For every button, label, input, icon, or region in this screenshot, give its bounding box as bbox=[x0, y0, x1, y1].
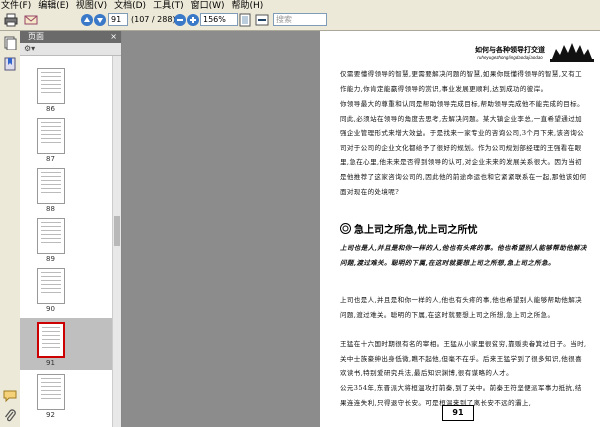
thumbnail-label: 89 bbox=[46, 255, 55, 263]
body-paragraph: 你领导最大的尊重和认同是帮助领导完成目标,帮助领导完成他不能完成的目标。同此,必… bbox=[340, 100, 587, 196]
navigation-strip bbox=[0, 31, 21, 427]
body-paragraph: 王猛在十六国时期很有名的宰相。王猛从小家里很贫穷,靠贩卖畚箕过日子。当时,关中士… bbox=[340, 340, 587, 378]
pages-panel-header: 页面 × bbox=[20, 31, 121, 43]
fit-page-icon[interactable] bbox=[238, 13, 252, 27]
pages-panel-title: 页面 bbox=[28, 32, 44, 41]
panel-options-bar: ⚙▾ bbox=[20, 43, 121, 56]
attachments-icon[interactable] bbox=[3, 409, 17, 423]
document-page: 如何与各种领导打交道 ruheyugezhonglingdaodajiaodao… bbox=[320, 31, 600, 427]
print-icon[interactable] bbox=[4, 13, 18, 27]
zoom-in-icon[interactable] bbox=[186, 13, 200, 27]
close-icon[interactable]: × bbox=[110, 31, 117, 43]
section-heading: 急上司之所急,忧上司之所忧 bbox=[340, 221, 590, 237]
thumbnail-page[interactable] bbox=[37, 168, 65, 204]
options-icon[interactable]: ⚙▾ bbox=[24, 43, 35, 55]
body-paragraph: 仅需要懂得领导的智慧,更需要解决问题的智慧,如果你既懂得领导的智慧,又有工作能力… bbox=[340, 70, 582, 93]
running-head: 如何与各种领导打交道 ruheyugezhonglingdaodajiaodao bbox=[474, 45, 546, 60]
search-input[interactable]: 搜索 bbox=[273, 13, 327, 26]
bookmarks-icon[interactable] bbox=[3, 57, 17, 71]
pages-icon[interactable] bbox=[3, 36, 17, 50]
comments-icon[interactable] bbox=[3, 389, 17, 403]
zoom-out-icon[interactable] bbox=[173, 13, 187, 27]
running-head-subtitle: ruheyugezhonglingdaodajiaodao bbox=[477, 55, 543, 60]
thumbnail-label: 86 bbox=[46, 105, 55, 113]
pages-panel: 页面 × ⚙▾ 86 87 88 89 90 91 92 bbox=[20, 31, 122, 427]
thumbnail-label: 87 bbox=[46, 155, 55, 163]
email-icon[interactable] bbox=[24, 13, 38, 27]
running-head-title: 如何与各种领导打交道 bbox=[475, 45, 545, 54]
intro-paragraph: 上司也是人,并且是和你一样的人,他也有头疼的事。他也希望别人能够帮助他解决问题,… bbox=[340, 244, 587, 267]
page-number-box: 91 bbox=[442, 405, 474, 421]
previous-page-icon[interactable] bbox=[80, 13, 94, 27]
thumbnail-page[interactable] bbox=[37, 68, 65, 104]
fit-width-icon[interactable] bbox=[255, 13, 269, 27]
thumbnail-list: 86 87 88 89 90 91 92 bbox=[20, 56, 112, 427]
scrollbar-thumb[interactable] bbox=[114, 216, 120, 246]
body-paragraph: 上司也是人,并且是和你一样的人,他也有头疼的事,他也希望别人能够帮助他解决问题,… bbox=[340, 296, 582, 319]
thumbnail-page-current[interactable] bbox=[37, 322, 65, 358]
thumbnail-label: 88 bbox=[46, 205, 55, 213]
thumbnail-label: 91 bbox=[46, 359, 55, 367]
page-number-input[interactable]: 91 bbox=[108, 13, 128, 26]
thumbnail-label: 92 bbox=[46, 411, 55, 419]
toolbar: 91 (107 / 288) 156% 搜索 bbox=[0, 11, 600, 31]
menu-bar: 文件(F) 编辑(E) 视图(V) 文档(D) 工具(T) 窗口(W) 帮助(H) bbox=[0, 0, 600, 11]
zoom-select[interactable]: 156% bbox=[200, 13, 238, 26]
section-heading-text: 急上司之所急,忧上司之所忧 bbox=[354, 225, 478, 236]
thumbnail-page[interactable] bbox=[37, 374, 65, 410]
next-page-icon[interactable] bbox=[93, 13, 107, 27]
thumbnail-page[interactable] bbox=[37, 118, 65, 154]
spiral-bullet-icon bbox=[340, 223, 351, 234]
thumbnail-page[interactable] bbox=[37, 218, 65, 254]
page-count: (107 / 288) bbox=[131, 15, 176, 24]
thumbnail-scrollbar[interactable] bbox=[112, 56, 121, 427]
selected-thumbnail-highlight bbox=[20, 318, 112, 370]
decorative-emblem bbox=[550, 43, 594, 62]
thumbnail-page[interactable] bbox=[37, 268, 65, 304]
document-viewer: 如何与各种领导打交道 ruheyugezhonglingdaodajiaodao… bbox=[122, 31, 600, 427]
thumbnail-label: 90 bbox=[46, 305, 55, 313]
